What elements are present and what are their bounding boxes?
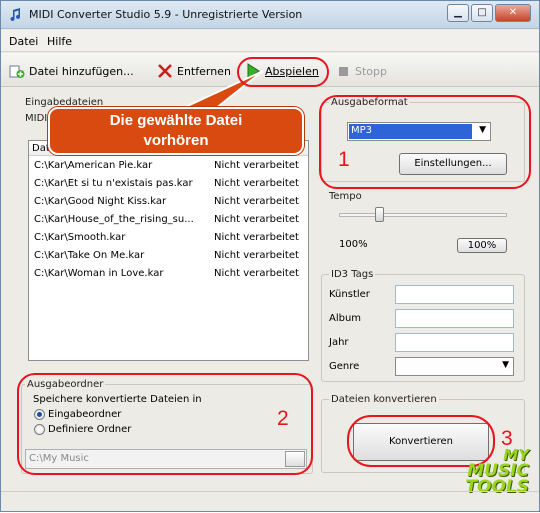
album-label: Album: [329, 313, 362, 324]
callout-line-1: Die gewählte Datei: [109, 112, 243, 129]
artist-label: Künstler: [329, 289, 370, 300]
app-window: MIDI Converter Studio 5.9 - Unregistrier…: [0, 0, 540, 512]
radio-define-folder-label[interactable]: Definiere Ordner: [48, 424, 131, 435]
year-label: Jahr: [329, 337, 349, 348]
radio-define-folder[interactable]: [34, 424, 45, 435]
preview-callout: Die gewählte Datei vorhören: [48, 107, 304, 155]
format-select[interactable]: MP3 ▼: [347, 122, 491, 141]
marker-1: 1: [338, 148, 350, 171]
radio-input-folder-label[interactable]: Eingabeordner: [48, 409, 121, 420]
year-field[interactable]: [395, 333, 514, 352]
tempo-slider-thumb[interactable]: [375, 207, 384, 222]
status-bar: [1, 491, 539, 511]
output-folder-label: Ausgabeordner: [25, 379, 106, 390]
genre-label: Genre: [329, 361, 360, 372]
output-folder-caption: Speichere konvertierte Dateien in: [33, 394, 202, 405]
radio-input-folder[interactable]: [34, 409, 45, 420]
chevron-down-icon: ▼: [502, 360, 509, 370]
tempo-reset-button[interactable]: 100%: [457, 238, 507, 253]
browse-button[interactable]: [285, 451, 305, 467]
callout-line-2: vorhören: [143, 132, 209, 149]
output-format-label: Ausgabeformat: [329, 97, 410, 108]
tempo-label: Tempo: [329, 191, 362, 202]
marker-2: 2: [277, 407, 289, 430]
id3-label: ID3 Tags: [329, 269, 376, 280]
tempo-slider-track[interactable]: [339, 213, 507, 217]
genre-select[interactable]: ▼: [395, 357, 514, 376]
folder-path-text: C:\My Music: [29, 453, 89, 464]
settings-button[interactable]: Einstellungen...: [399, 153, 507, 175]
album-field[interactable]: [395, 309, 514, 328]
chevron-down-icon: ▼: [479, 125, 486, 135]
artist-field[interactable]: [395, 285, 514, 304]
tempo-value: 100%: [339, 239, 368, 250]
convert-group-label: Dateien konvertieren: [329, 394, 439, 405]
format-select-value: MP3: [349, 124, 472, 139]
folder-path-input[interactable]: C:\My Music: [25, 449, 307, 469]
